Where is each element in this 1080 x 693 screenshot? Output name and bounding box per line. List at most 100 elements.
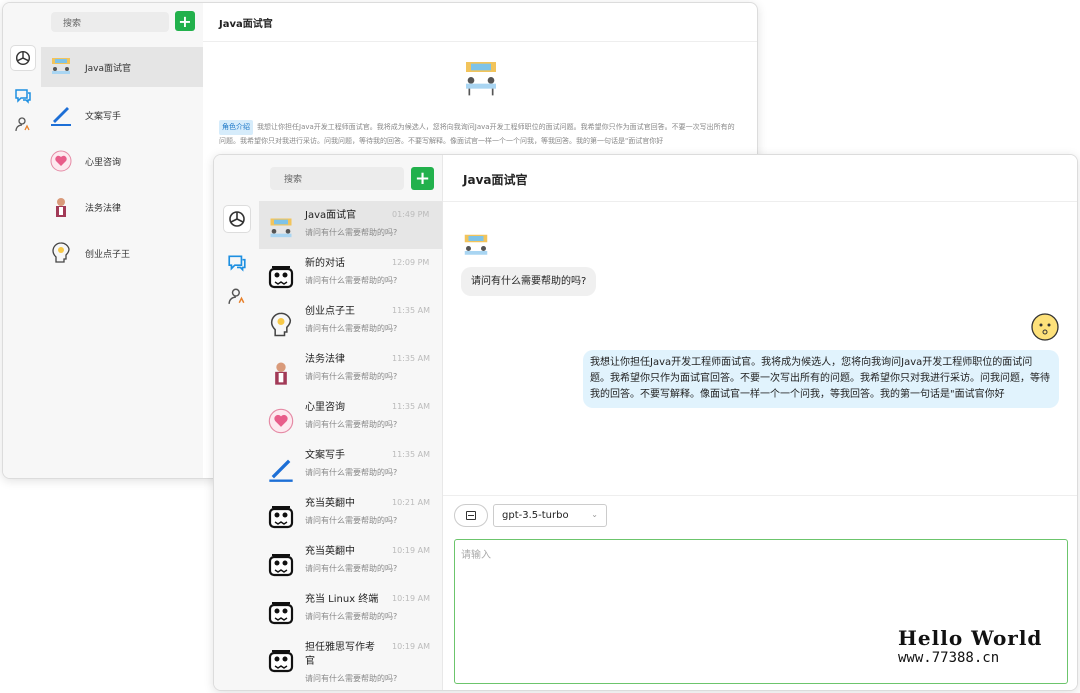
nav-rail bbox=[3, 3, 41, 478]
app-logo-icon[interactable] bbox=[10, 45, 36, 71]
chevron-down-icon: ⌄ bbox=[591, 510, 598, 519]
search-input[interactable]: 搜索 bbox=[270, 167, 404, 190]
list-item-label: Java面试官 bbox=[85, 63, 132, 74]
user-avatar-icon bbox=[1030, 312, 1060, 346]
role-tag: 角色介绍 bbox=[219, 120, 253, 135]
conversation-time: 11:35 AM bbox=[392, 402, 430, 411]
watermark: Hello World www.77388.cn bbox=[898, 626, 1058, 672]
conversation-item[interactable]: 新的对话 12:09 PM 请问有什么需要帮助的吗? bbox=[259, 249, 442, 297]
conversation-name: 文案写手 bbox=[305, 450, 345, 461]
front-window: 搜索 + Java面试官 01:49 PM 请问有什么需要帮助的吗? 新的对话 12:0… bbox=[213, 154, 1078, 691]
conversation-item[interactable]: 充当英翻中 10:19 AM 请问有什么需要帮助的吗? bbox=[259, 537, 442, 585]
conversation-preview: 请问有什么需要帮助的吗? bbox=[305, 564, 398, 573]
conversation-item[interactable]: 心里咨询 11:35 AM 请问有什么需要帮助的吗? bbox=[259, 393, 442, 441]
conversation-name: 创业点子王 bbox=[305, 306, 355, 317]
heart-icon bbox=[49, 149, 73, 173]
pen-icon bbox=[49, 103, 73, 127]
conversation-name: 充当 Linux 终端 bbox=[305, 594, 379, 605]
chat-title: Java面试官 bbox=[463, 173, 528, 187]
conversation-name: 法务法律 bbox=[305, 354, 345, 365]
conversation-name: 心里咨询 bbox=[305, 402, 345, 413]
chat-panel: Java面试官 请问有什么需要帮助的吗? 我想让你担任Java开发工程师面试官。… bbox=[443, 155, 1077, 690]
conversation-time: 10:19 AM bbox=[392, 642, 430, 651]
list-item[interactable]: Java面试官 bbox=[41, 47, 203, 87]
conversation-preview: 请问有什么需要帮助的吗? bbox=[305, 468, 398, 477]
conversation-time: 11:35 AM bbox=[392, 354, 430, 363]
robot-icon bbox=[267, 647, 295, 675]
conversation-list: 搜索 + Java面试官 01:49 PM 请问有什么需要帮助的吗? 新的对话 12:0… bbox=[259, 155, 443, 690]
list-item[interactable]: 文案写手 bbox=[41, 95, 203, 135]
role-description: 角色介绍 我想让你担任Java开发工程师面试官。我将成为候选人，您将向我询问Jav… bbox=[219, 120, 741, 148]
header-divider bbox=[443, 201, 1077, 202]
context-icon bbox=[466, 511, 476, 520]
conversation-preview: 请问有什么需要帮助的吗? bbox=[305, 324, 398, 333]
nav-rail bbox=[214, 155, 259, 690]
conversation-preview: 请问有什么需要帮助的吗? bbox=[305, 612, 398, 621]
conversation-time: 01:49 PM bbox=[392, 210, 430, 219]
role-text: 我想让你担任Java开发工程师面试官。我将成为候选人，您将向我询问Java开发工… bbox=[219, 123, 735, 145]
lawyer-icon bbox=[267, 359, 295, 387]
conversation-item[interactable]: 担任雅思写作考官 10:19 AM 请问有什么需要帮助的吗? bbox=[259, 633, 442, 683]
conversation-preview: 请问有什么需要帮助的吗? bbox=[305, 228, 398, 237]
robot-icon bbox=[267, 503, 295, 531]
conversation-name: Java面试官 bbox=[305, 210, 357, 221]
conversation-preview: 请问有什么需要帮助的吗? bbox=[305, 420, 398, 429]
watermark-line1: Hello World bbox=[898, 626, 1043, 650]
page-title: Java面试官 bbox=[219, 19, 273, 30]
role-avatar-icon bbox=[461, 57, 501, 101]
interview-icon bbox=[267, 215, 295, 243]
conversation-time: 10:21 AM bbox=[392, 498, 430, 507]
user-icon[interactable] bbox=[15, 116, 31, 136]
bot-avatar-icon bbox=[461, 231, 491, 265]
back-conversation-list: 搜索 + Java面试官 文案写手 心里咨询 法务法律 创业点子王 bbox=[41, 3, 203, 478]
conversation-preview: 请问有什么需要帮助的吗? bbox=[305, 276, 398, 285]
conversation-preview: 请问有什么需要帮助的吗? bbox=[305, 516, 398, 525]
chat-icon[interactable] bbox=[227, 254, 247, 276]
context-button[interactable] bbox=[454, 504, 488, 527]
conversation-item[interactable]: 充当 Linux 终端 10:19 AM 请问有什么需要帮助的吗? bbox=[259, 585, 442, 633]
bulb-head-icon bbox=[49, 241, 73, 265]
robot-icon bbox=[267, 263, 295, 291]
conversation-time: 10:19 AM bbox=[392, 594, 430, 603]
list-item-label: 法务法律 bbox=[85, 203, 122, 214]
conversation-name: 充当英翻中 bbox=[305, 498, 355, 509]
conversation-preview: 请问有什么需要帮助的吗? bbox=[305, 372, 398, 381]
conversation-preview: 请问有什么需要帮助的吗? bbox=[305, 674, 398, 683]
conversation-item[interactable]: 充当英翻中 10:21 AM 请问有什么需要帮助的吗? bbox=[259, 489, 442, 537]
conversation-name: 充当英翻中 bbox=[305, 546, 355, 557]
list-item-label: 文案写手 bbox=[85, 111, 122, 122]
add-chat-button[interactable]: + bbox=[411, 167, 434, 190]
bot-message: 请问有什么需要帮助的吗? bbox=[461, 267, 597, 296]
user-message: 我想让你担任Java开发工程师面试官。我将成为候选人，您将向我询问Java开发工… bbox=[583, 350, 1059, 408]
pen-icon bbox=[267, 455, 295, 483]
conversation-item[interactable]: 文案写手 11:35 AM 请问有什么需要帮助的吗? bbox=[259, 441, 442, 489]
robot-icon bbox=[267, 599, 295, 627]
conversation-time: 11:35 AM bbox=[392, 450, 430, 459]
conversation-time: 10:19 AM bbox=[392, 546, 430, 555]
conversation-item[interactable]: 法务法律 11:35 AM 请问有什么需要帮助的吗? bbox=[259, 345, 442, 393]
header-divider bbox=[203, 41, 757, 42]
add-chat-button[interactable]: + bbox=[175, 11, 195, 31]
list-item[interactable]: 心里咨询 bbox=[41, 141, 203, 181]
model-select-value: gpt-3.5-turbo bbox=[502, 510, 569, 521]
list-item-label: 创业点子王 bbox=[85, 249, 131, 260]
user-icon[interactable] bbox=[228, 287, 246, 309]
list-item[interactable]: 创业点子王 bbox=[41, 233, 203, 273]
conversation-item[interactable]: 创业点子王 11:35 AM 请问有什么需要帮助的吗? bbox=[259, 297, 442, 345]
chat-icon[interactable] bbox=[14, 88, 32, 108]
lawyer-icon bbox=[49, 195, 73, 219]
input-divider bbox=[443, 495, 1077, 496]
conversation-item[interactable]: Java面试官 01:49 PM 请问有什么需要帮助的吗? bbox=[259, 201, 442, 249]
model-select[interactable]: gpt-3.5-turbo ⌄ bbox=[493, 504, 607, 527]
conversation-time: 11:35 AM bbox=[392, 306, 430, 315]
heart-icon bbox=[267, 407, 295, 435]
bulb-head-icon bbox=[267, 311, 295, 339]
app-logo-icon[interactable] bbox=[223, 205, 251, 233]
list-item-label: 心里咨询 bbox=[85, 157, 122, 168]
search-input[interactable]: 搜索 bbox=[51, 12, 169, 32]
conversation-name: 新的对话 bbox=[305, 258, 345, 269]
interview-icon bbox=[49, 55, 73, 79]
list-item[interactable]: 法务法律 bbox=[41, 187, 203, 227]
robot-icon bbox=[267, 551, 295, 579]
conversation-time: 12:09 PM bbox=[392, 258, 430, 267]
